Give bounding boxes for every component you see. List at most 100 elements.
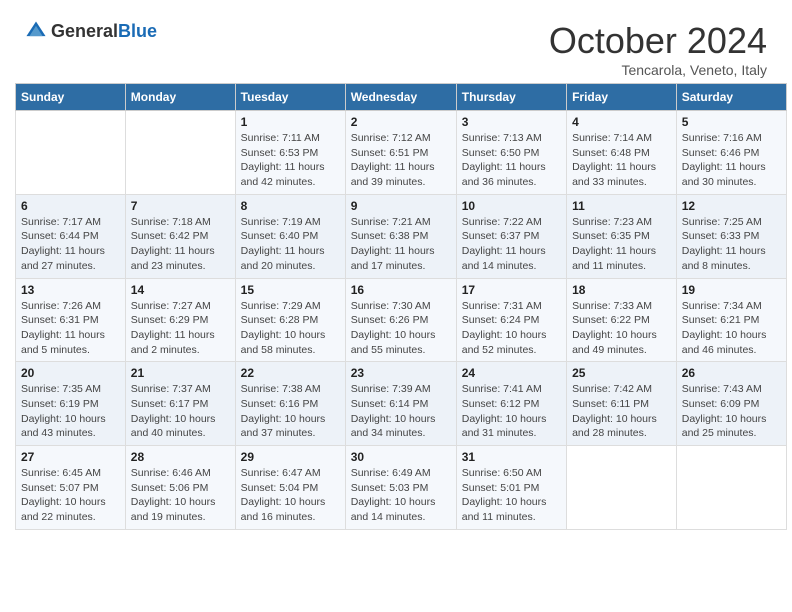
calendar-day-cell: 9Sunrise: 7:21 AM Sunset: 6:38 PM Daylig… bbox=[345, 194, 456, 278]
day-info: Sunrise: 7:39 AM Sunset: 6:14 PM Dayligh… bbox=[351, 382, 451, 441]
day-info: Sunrise: 6:47 AM Sunset: 5:04 PM Dayligh… bbox=[241, 466, 340, 525]
calendar-week-row: 27 Sunrise: 6:45 AM Sunset: 5:07 PM Dayli… bbox=[16, 446, 787, 530]
day-number: 9 bbox=[351, 199, 451, 213]
calendar-day-cell: 17 Sunrise: 7:31 AM Sunset: 6:24 PM Dayli… bbox=[456, 278, 566, 362]
calendar-day-cell: 30 Sunrise: 6:49 AM Sunset: 5:03 PM Dayli… bbox=[345, 446, 456, 530]
day-number: 31 bbox=[462, 450, 561, 464]
day-info: Sunrise: 7:33 AM Sunset: 6:22 PM Dayligh… bbox=[572, 299, 671, 358]
day-info: Sunrise: 7:25 AM Sunset: 6:33 PM Dayligh… bbox=[682, 215, 781, 274]
day-number: 27 bbox=[21, 450, 120, 464]
calendar-day-cell: 23 Sunrise: 7:39 AM Sunset: 6:14 PM Dayli… bbox=[345, 362, 456, 446]
day-info: Sunrise: 7:38 AM Sunset: 6:16 PM Dayligh… bbox=[241, 382, 340, 441]
day-info: Sunrise: 7:14 AM Sunset: 6:48 PM Dayligh… bbox=[572, 131, 671, 190]
day-number: 12 bbox=[682, 199, 781, 213]
day-number: 2 bbox=[351, 115, 451, 129]
day-number: 29 bbox=[241, 450, 340, 464]
calendar-week-row: 6 Sunrise: 7:17 AM Sunset: 6:44 PM Daylig… bbox=[16, 194, 787, 278]
logo: GeneralBlue bbox=[25, 20, 157, 42]
day-info: Sunrise: 7:27 AM Sunset: 6:29 PM Dayligh… bbox=[131, 299, 230, 358]
header-day: Thursday bbox=[456, 84, 566, 111]
calendar-day-cell: 28 Sunrise: 6:46 AM Sunset: 5:06 PM Dayli… bbox=[125, 446, 235, 530]
day-info: Sunrise: 7:16 AM Sunset: 6:46 PM Dayligh… bbox=[682, 131, 781, 190]
calendar-header: SundayMondayTuesdayWednesdayThursdayFrid… bbox=[16, 84, 787, 111]
calendar-day-cell: 5 Sunrise: 7:16 AM Sunset: 6:46 PM Daylig… bbox=[676, 111, 786, 195]
day-number: 30 bbox=[351, 450, 451, 464]
day-info: Sunrise: 7:11 AM Sunset: 6:53 PM Dayligh… bbox=[241, 131, 340, 190]
day-info: Sunrise: 7:30 AM Sunset: 6:26 PM Dayligh… bbox=[351, 299, 451, 358]
calendar-day-cell: 3 Sunrise: 7:13 AM Sunset: 6:50 PM Daylig… bbox=[456, 111, 566, 195]
day-number: 6 bbox=[21, 199, 120, 213]
logo-text: GeneralBlue bbox=[51, 21, 157, 42]
calendar-day-cell: 13 Sunrise: 7:26 AM Sunset: 6:31 PM Dayli… bbox=[16, 278, 126, 362]
calendar-day-cell: 10Sunrise: 7:22 AM Sunset: 6:37 PM Dayli… bbox=[456, 194, 566, 278]
header-day: Sunday bbox=[16, 84, 126, 111]
page-header: GeneralBlue October 2024 Tencarola, Vene… bbox=[10, 10, 782, 83]
calendar-day-cell: 11Sunrise: 7:23 AM Sunset: 6:35 PM Dayli… bbox=[567, 194, 677, 278]
day-info: Sunrise: 7:13 AM Sunset: 6:50 PM Dayligh… bbox=[462, 131, 561, 190]
calendar-day-cell bbox=[16, 111, 126, 195]
day-number: 26 bbox=[682, 366, 781, 380]
day-number: 13 bbox=[21, 283, 120, 297]
day-info: Sunrise: 7:18 AM Sunset: 6:42 PM Dayligh… bbox=[131, 215, 230, 274]
calendar-day-cell bbox=[567, 446, 677, 530]
day-info: Sunrise: 7:31 AM Sunset: 6:24 PM Dayligh… bbox=[462, 299, 561, 358]
calendar-day-cell: 20Sunrise: 7:35 AM Sunset: 6:19 PM Dayli… bbox=[16, 362, 126, 446]
calendar-body: 1Sunrise: 7:11 AM Sunset: 6:53 PM Daylig… bbox=[16, 111, 787, 530]
day-number: 25 bbox=[572, 366, 671, 380]
calendar-day-cell: 31 Sunrise: 6:50 AM Sunset: 5:01 PM Dayli… bbox=[456, 446, 566, 530]
day-number: 5 bbox=[682, 115, 781, 129]
calendar-day-cell: 29 Sunrise: 6:47 AM Sunset: 5:04 PM Dayli… bbox=[235, 446, 345, 530]
calendar-day-cell: 8 Sunrise: 7:19 AM Sunset: 6:40 PM Daylig… bbox=[235, 194, 345, 278]
calendar-week-row: 13 Sunrise: 7:26 AM Sunset: 6:31 PM Dayli… bbox=[16, 278, 787, 362]
month-title: October 2024 bbox=[549, 20, 767, 62]
calendar-day-cell: 21 Sunrise: 7:37 AM Sunset: 6:17 PM Dayli… bbox=[125, 362, 235, 446]
calendar-day-cell: 24 Sunrise: 7:41 AM Sunset: 6:12 PM Dayli… bbox=[456, 362, 566, 446]
title-block: October 2024 Tencarola, Veneto, Italy bbox=[549, 20, 767, 78]
day-number: 23 bbox=[351, 366, 451, 380]
day-number: 11 bbox=[572, 199, 671, 213]
header-day: Saturday bbox=[676, 84, 786, 111]
header-day: Wednesday bbox=[345, 84, 456, 111]
day-number: 21 bbox=[131, 366, 230, 380]
day-info: Sunrise: 6:45 AM Sunset: 5:07 PM Dayligh… bbox=[21, 466, 120, 525]
header-day: Friday bbox=[567, 84, 677, 111]
calendar-day-cell: 6 Sunrise: 7:17 AM Sunset: 6:44 PM Daylig… bbox=[16, 194, 126, 278]
calendar-day-cell: 1Sunrise: 7:11 AM Sunset: 6:53 PM Daylig… bbox=[235, 111, 345, 195]
day-info: Sunrise: 7:43 AM Sunset: 6:09 PM Dayligh… bbox=[682, 382, 781, 441]
day-number: 4 bbox=[572, 115, 671, 129]
day-info: Sunrise: 7:34 AM Sunset: 6:21 PM Dayligh… bbox=[682, 299, 781, 358]
day-number: 17 bbox=[462, 283, 561, 297]
calendar-day-cell: 15Sunrise: 7:29 AM Sunset: 6:28 PM Dayli… bbox=[235, 278, 345, 362]
day-number: 3 bbox=[462, 115, 561, 129]
day-info: Sunrise: 7:26 AM Sunset: 6:31 PM Dayligh… bbox=[21, 299, 120, 358]
day-info: Sunrise: 7:12 AM Sunset: 6:51 PM Dayligh… bbox=[351, 131, 451, 190]
header-row: SundayMondayTuesdayWednesdayThursdayFrid… bbox=[16, 84, 787, 111]
day-info: Sunrise: 6:46 AM Sunset: 5:06 PM Dayligh… bbox=[131, 466, 230, 525]
day-number: 28 bbox=[131, 450, 230, 464]
location-title: Tencarola, Veneto, Italy bbox=[549, 62, 767, 78]
day-info: Sunrise: 7:37 AM Sunset: 6:17 PM Dayligh… bbox=[131, 382, 230, 441]
day-info: Sunrise: 6:49 AM Sunset: 5:03 PM Dayligh… bbox=[351, 466, 451, 525]
day-number: 14 bbox=[131, 283, 230, 297]
day-number: 24 bbox=[462, 366, 561, 380]
day-info: Sunrise: 7:35 AM Sunset: 6:19 PM Dayligh… bbox=[21, 382, 120, 441]
day-number: 15 bbox=[241, 283, 340, 297]
calendar-day-cell: 26 Sunrise: 7:43 AM Sunset: 6:09 PM Dayli… bbox=[676, 362, 786, 446]
day-info: Sunrise: 6:50 AM Sunset: 5:01 PM Dayligh… bbox=[462, 466, 561, 525]
day-info: Sunrise: 7:19 AM Sunset: 6:40 PM Dayligh… bbox=[241, 215, 340, 274]
day-number: 16 bbox=[351, 283, 451, 297]
calendar-day-cell bbox=[125, 111, 235, 195]
header-day: Tuesday bbox=[235, 84, 345, 111]
calendar-day-cell: 16 Sunrise: 7:30 AM Sunset: 6:26 PM Dayli… bbox=[345, 278, 456, 362]
calendar-day-cell: 18Sunrise: 7:33 AM Sunset: 6:22 PM Dayli… bbox=[567, 278, 677, 362]
calendar-table: SundayMondayTuesdayWednesdayThursdayFrid… bbox=[15, 83, 787, 530]
calendar-day-cell: 25 Sunrise: 7:42 AM Sunset: 6:11 PM Dayli… bbox=[567, 362, 677, 446]
calendar-day-cell: 22 Sunrise: 7:38 AM Sunset: 6:16 PM Dayli… bbox=[235, 362, 345, 446]
day-info: Sunrise: 7:42 AM Sunset: 6:11 PM Dayligh… bbox=[572, 382, 671, 441]
day-number: 8 bbox=[241, 199, 340, 213]
calendar-day-cell: 19Sunrise: 7:34 AM Sunset: 6:21 PM Dayli… bbox=[676, 278, 786, 362]
day-number: 22 bbox=[241, 366, 340, 380]
day-number: 7 bbox=[131, 199, 230, 213]
day-info: Sunrise: 7:17 AM Sunset: 6:44 PM Dayligh… bbox=[21, 215, 120, 274]
day-info: Sunrise: 7:41 AM Sunset: 6:12 PM Dayligh… bbox=[462, 382, 561, 441]
